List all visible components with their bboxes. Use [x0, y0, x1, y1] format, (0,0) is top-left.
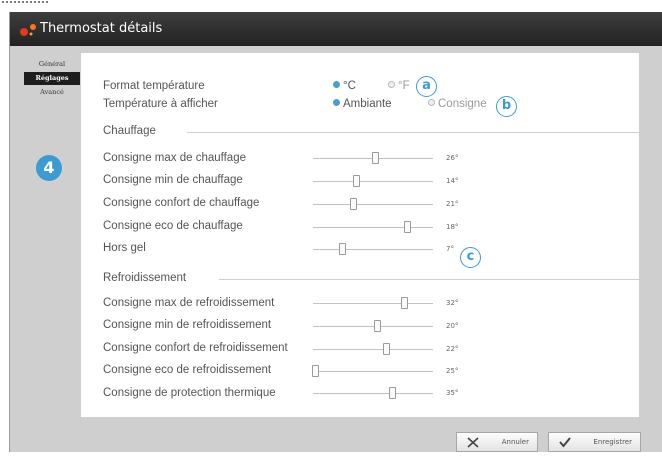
slider-thumb[interactable] — [389, 387, 397, 399]
radio-dot-icon — [333, 99, 340, 106]
save-button[interactable]: Enregistrer — [548, 432, 641, 452]
cooling-slider[interactable] — [312, 365, 433, 377]
slider-thumb[interactable] — [373, 320, 381, 332]
radio-celsius[interactable]: °C — [333, 80, 356, 92]
heating-label: Hors gel — [103, 242, 146, 254]
annotation-c: c — [460, 247, 481, 268]
radio-fahrenheit[interactable]: °F — [388, 80, 410, 92]
heating-label: Consigne min de chauffage — [103, 174, 243, 186]
cooling-value: 32° — [446, 299, 459, 307]
heating-label: Consigne max de chauffage — [103, 152, 246, 164]
cooling-value: 35° — [446, 389, 459, 397]
heating-value: 18° — [446, 223, 459, 231]
slider-thumb[interactable] — [312, 365, 320, 377]
radio-consigne[interactable]: Consigne — [428, 98, 487, 110]
cooling-value: 25° — [446, 367, 459, 375]
checkmark-icon — [559, 437, 571, 448]
format-label: Format température — [103, 80, 205, 92]
app-logo-icon — [20, 24, 36, 36]
cancel-label: Annuler — [501, 438, 529, 446]
cooling-slider[interactable] — [313, 297, 433, 309]
heating-value: 7° — [446, 245, 454, 253]
heating-section-title: Chauffage — [103, 125, 156, 137]
heating-slider[interactable] — [313, 243, 433, 255]
radio-ambiante[interactable]: Ambiante — [333, 98, 392, 110]
close-icon — [467, 437, 479, 448]
cooling-slider[interactable] — [313, 387, 433, 399]
slider-thumb[interactable] — [372, 152, 380, 164]
heating-value: 14° — [446, 177, 459, 185]
cooling-slider[interactable] — [313, 320, 433, 332]
tab-reglages[interactable]: Réglages — [24, 72, 80, 85]
cooling-label: Consigne de protection thermique — [103, 387, 276, 399]
tab-general[interactable]: Général — [24, 58, 80, 71]
heating-value: 26° — [446, 154, 459, 162]
cooling-label: Consigne eco de refroidissement — [103, 364, 272, 376]
radio-dot-icon — [428, 99, 435, 106]
cooling-value: 20° — [446, 322, 459, 330]
tab-avance[interactable]: Avancé — [24, 86, 80, 99]
heating-label: Consigne confort de chauffage — [103, 197, 260, 209]
slider-thumb[interactable] — [353, 175, 361, 187]
settings-tabs: Général Réglages Avancé — [24, 58, 80, 100]
cancel-button[interactable]: Annuler — [456, 432, 538, 452]
heating-value: 21° — [446, 200, 459, 208]
radio-dot-icon — [333, 81, 340, 88]
slider-thumb[interactable] — [383, 343, 391, 355]
radio-consigne-label: Consigne — [438, 98, 487, 110]
radio-dot-icon — [388, 81, 395, 88]
heating-slider[interactable] — [313, 175, 433, 187]
slider-thumb[interactable] — [349, 198, 357, 210]
display-label: Température à afficher — [103, 98, 218, 110]
cooling-slider[interactable] — [313, 343, 433, 355]
top-strip — [0, 0, 662, 12]
cooling-value: 22° — [446, 345, 459, 353]
heating-slider[interactable] — [313, 221, 433, 233]
radio-celsius-label: °C — [343, 80, 356, 92]
step-badge: 4 — [36, 155, 62, 181]
cooling-section-title: Refroidissement — [103, 272, 187, 284]
slider-thumb[interactable] — [401, 297, 409, 309]
heating-divider — [187, 132, 639, 133]
title-bar: Thermostat détails — [10, 12, 662, 46]
heating-slider[interactable] — [313, 198, 433, 210]
cooling-label: Consigne max de refroidissement — [103, 297, 275, 309]
heating-slider[interactable] — [313, 152, 433, 164]
save-label: Enregistrer — [593, 438, 632, 446]
radio-fahrenheit-label: °F — [398, 80, 410, 92]
radio-ambiante-label: Ambiante — [343, 98, 392, 110]
slider-thumb[interactable] — [403, 221, 411, 233]
slider-thumb[interactable] — [338, 243, 346, 255]
cooling-label: Consigne min de refroidissement — [103, 319, 272, 331]
cooling-divider — [219, 279, 639, 280]
heating-label: Consigne eco de chauffage — [103, 220, 243, 232]
annotation-a: a — [416, 76, 437, 97]
cooling-label: Consigne confort de refroidissement — [103, 342, 288, 354]
window-title: Thermostat détails — [40, 21, 163, 36]
annotation-b: b — [496, 96, 517, 117]
